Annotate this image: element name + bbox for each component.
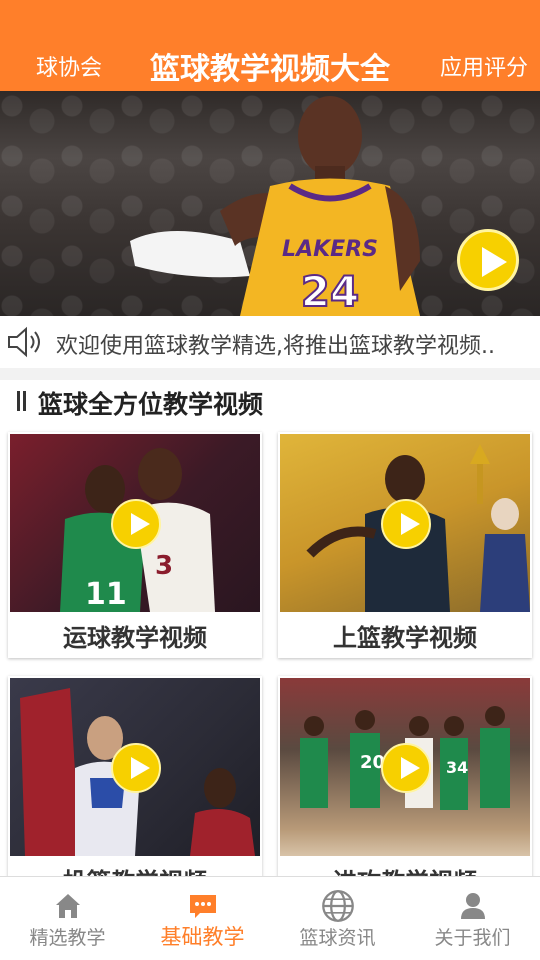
card-offense[interactable]: 20 34 进攻教学视频	[278, 676, 532, 902]
card-caption: 运球教学视频	[63, 624, 207, 652]
app-header: 球协会 篮球教学视频大全 应用评分	[0, 0, 540, 91]
svg-text:34: 34	[446, 758, 468, 777]
nav-label: 精选教学	[29, 927, 106, 949]
svg-text:11: 11	[85, 577, 127, 612]
nav-item-featured[interactable]: 精选教学	[0, 877, 135, 960]
speaker-icon	[8, 326, 40, 358]
nav-label: 关于我们	[434, 927, 511, 949]
jersey-number: 24	[301, 267, 359, 316]
section-header: 篮球全方位教学视频	[0, 380, 540, 424]
play-icon[interactable]	[111, 499, 161, 549]
rate-app-button[interactable]: 应用评分	[440, 50, 528, 82]
thumbnail-offense: 20 34	[280, 678, 530, 856]
nav-item-about[interactable]: 关于我们	[405, 877, 540, 960]
play-icon[interactable]	[457, 229, 519, 291]
thumbnail-shooting	[10, 678, 260, 856]
card-dribbling[interactable]: 11 3 运球教学视频	[8, 432, 262, 658]
banner-video[interactable]: LAKERS 24	[0, 91, 540, 316]
notice-text: 欢迎使用篮球教学精选,将推出篮球教学视频..	[56, 334, 495, 359]
card-shooting[interactable]: 投篮教学视频	[8, 676, 262, 902]
home-icon	[55, 894, 80, 918]
svg-text:3: 3	[155, 551, 173, 581]
play-icon[interactable]	[381, 499, 431, 549]
play-icon[interactable]	[381, 743, 431, 793]
nav-label: 基础教学	[160, 925, 245, 949]
user-icon	[460, 893, 485, 919]
nav-item-news[interactable]: 篮球资讯	[270, 877, 405, 960]
globe-icon	[321, 890, 354, 922]
section-title: 篮球全方位教学视频	[38, 390, 264, 419]
play-icon[interactable]	[111, 743, 161, 793]
jersey-text: LAKERS	[282, 237, 378, 262]
nav-label: 篮球资讯	[299, 927, 376, 949]
player-image: LAKERS 24	[130, 96, 420, 316]
thumbnail-dribbling: 11 3	[10, 434, 260, 612]
card-caption: 上篮教学视频	[333, 624, 477, 652]
section-marker-icon	[17, 391, 29, 415]
message-icon	[189, 895, 216, 918]
card-layup[interactable]: 上篮教学视频	[278, 432, 532, 658]
nav-item-basics[interactable]: 基础教学	[135, 877, 270, 960]
bottom-nav: 精选教学 基础教学 篮球资讯 关于我们	[0, 876, 540, 960]
app-screen: 球协会 篮球教学视频大全 应用评分 LAKERS 24 欢迎使用篮球教学精选,将…	[0, 0, 540, 960]
notice-bar: 欢迎使用篮球教学精选,将推出篮球教学视频..	[0, 316, 540, 368]
thumbnail-layup	[280, 434, 530, 612]
